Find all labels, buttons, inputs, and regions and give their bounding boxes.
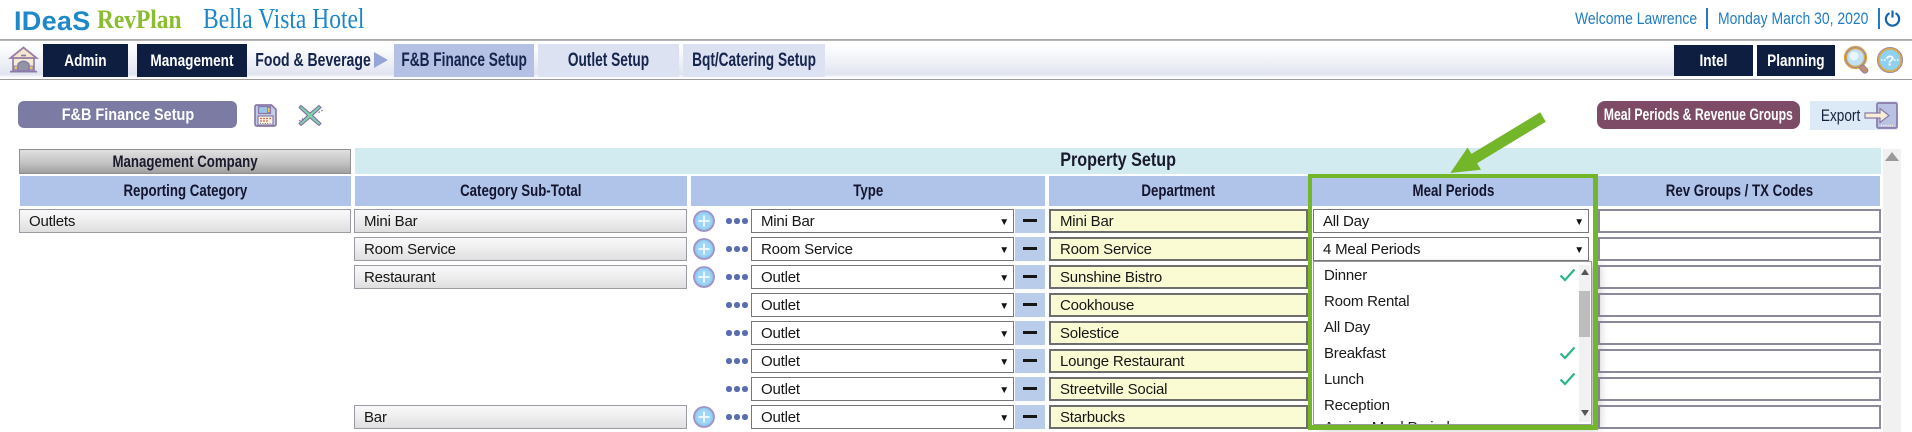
- svg-text:?: ?: [1885, 53, 1894, 70]
